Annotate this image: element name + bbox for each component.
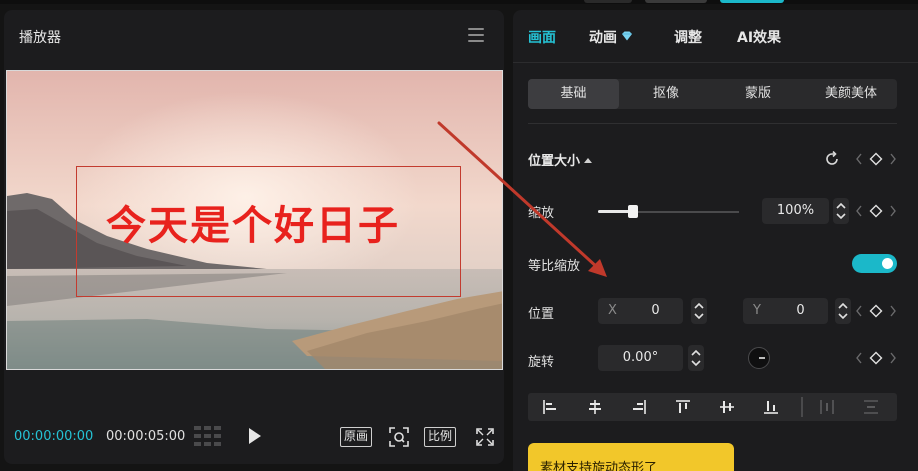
subtab-beauty[interactable]: 美颜美体 <box>805 79 897 109</box>
rotation-dial[interactable] <box>748 347 770 369</box>
alignment-separator <box>801 397 803 417</box>
hint-banner: 素材支持旋动态形了 <box>528 443 734 471</box>
position-y-stepper[interactable] <box>835 298 851 324</box>
distribute-vertical-icon[interactable] <box>863 399 879 415</box>
player-panel: 播放器 今天是个好日子 00:00:00:00 00:00:05:00 原画 比… <box>4 10 504 464</box>
tab-picture[interactable]: 画面 <box>528 27 556 47</box>
position-x-stepper[interactable] <box>691 298 707 324</box>
scale-stepper[interactable] <box>833 198 849 224</box>
section-divider <box>528 123 897 124</box>
play-icon[interactable] <box>247 427 263 445</box>
caption-text[interactable]: 今天是个好日子 <box>106 193 400 251</box>
align-center-horizontal-icon[interactable] <box>587 399 603 415</box>
zoom-crop-icon[interactable] <box>389 427 409 447</box>
subtab-cutout[interactable]: 抠像 <box>621 79 711 109</box>
scale-field[interactable]: 100% <box>762 198 829 224</box>
ratio-button[interactable]: 比例 <box>424 427 456 447</box>
menu-icon[interactable] <box>468 28 484 42</box>
rotation-value: 0.00° <box>622 350 659 365</box>
position-label: 位置 <box>528 307 555 322</box>
scale-label: 缩放 <box>528 206 555 221</box>
tabs-divider <box>513 62 918 63</box>
position-x-value: 0 <box>651 303 660 318</box>
scale-slider-handle[interactable] <box>628 205 638 218</box>
hint-text: 素材支持旋动态形了 <box>540 461 658 471</box>
player-header: 播放器 <box>4 10 504 60</box>
scale-slider[interactable] <box>598 205 739 218</box>
section-position-size[interactable]: 位置大小 <box>528 150 593 169</box>
current-time: 00:00:00:00 <box>14 429 94 444</box>
video-preview[interactable]: 今天是个好日子 <box>6 70 503 370</box>
position-keyframe-icon[interactable] <box>856 304 896 318</box>
top-strip <box>0 0 918 4</box>
caret-up-icon <box>584 158 593 163</box>
reset-icon[interactable] <box>824 151 840 167</box>
timeline-grid-icon[interactable] <box>194 426 222 446</box>
position-y-prefix: Y <box>753 303 761 318</box>
alignment-bar <box>528 393 897 421</box>
tab-ai-effects[interactable]: AI效果 <box>737 27 781 47</box>
scale-keyframe-icon[interactable] <box>856 204 896 218</box>
app-root: 播放器 今天是个好日子 00:00:00:00 00:00:05:00 原画 比… <box>0 0 918 471</box>
uniform-scale-toggle[interactable] <box>852 254 897 273</box>
align-right-icon[interactable] <box>631 399 647 415</box>
subtabs: 基础 抠像 蒙版 美颜美体 <box>528 79 897 109</box>
subtab-basic[interactable]: 基础 <box>528 79 619 109</box>
align-bottom-icon[interactable] <box>763 399 779 415</box>
uniform-scale-label: 等比缩放 <box>528 259 581 274</box>
diamond-icon <box>622 31 632 41</box>
total-time: 00:00:05:00 <box>106 429 186 444</box>
inspector-tabs: 画面 动画 调整 AI效果 <box>513 10 918 62</box>
position-y-field[interactable]: Y 0 <box>743 298 828 324</box>
rotation-field[interactable]: 0.00° <box>598 345 683 371</box>
align-top-icon[interactable] <box>675 399 691 415</box>
section-title: 位置大小 <box>528 154 581 169</box>
tab-animation[interactable]: 动画 <box>589 27 633 47</box>
inspector-panel: 画面 动画 调整 AI效果 基础 抠像 蒙版 美颜美体 位置大小 缩放 100%… <box>513 10 918 471</box>
dial-indicator-icon <box>759 357 765 359</box>
scale-value: 100% <box>776 203 815 218</box>
keyframe-icon[interactable] <box>856 152 896 166</box>
player-controls: 00:00:00:00 00:00:05:00 原画 比例 <box>4 422 504 452</box>
tab-animation-label: 动画 <box>589 30 617 46</box>
rotation-keyframe-icon[interactable] <box>856 351 896 365</box>
distribute-horizontal-icon[interactable] <box>819 399 835 415</box>
fullscreen-icon[interactable] <box>476 428 494 446</box>
align-left-icon[interactable] <box>542 399 558 415</box>
align-center-vertical-icon[interactable] <box>719 399 735 415</box>
tab-adjust[interactable]: 调整 <box>674 27 702 47</box>
rotation-stepper[interactable] <box>688 345 704 371</box>
subtab-mask[interactable]: 蒙版 <box>713 79 803 109</box>
position-x-prefix: X <box>608 303 617 318</box>
player-title: 播放器 <box>19 30 61 46</box>
position-y-value: 0 <box>796 303 805 318</box>
rotation-label: 旋转 <box>528 355 555 370</box>
position-x-field[interactable]: X 0 <box>598 298 683 324</box>
original-button[interactable]: 原画 <box>340 427 372 447</box>
